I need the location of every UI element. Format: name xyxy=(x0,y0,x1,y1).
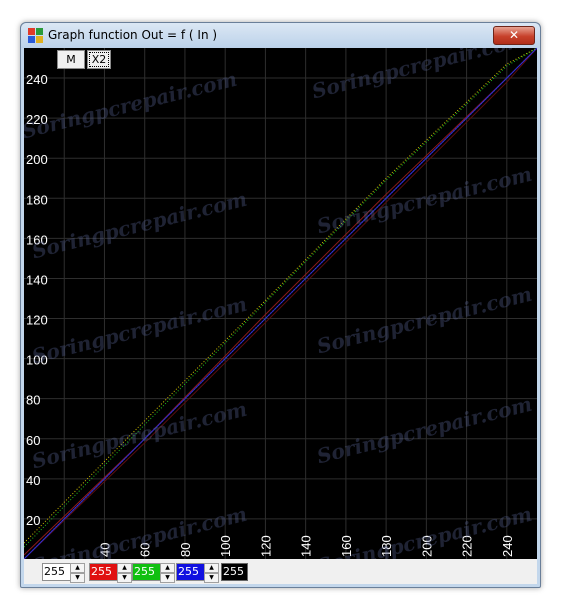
spin-down-icon[interactable]: ▼ xyxy=(117,573,132,583)
spin-up-icon[interactable]: ▲ xyxy=(204,563,219,573)
y-tick-label: 140 xyxy=(26,272,48,287)
graph-chart: 240 220 200 180 160 140 120 100 80 60 40 20 40 60 80 10… xyxy=(24,48,537,559)
y-tick-label: 40 xyxy=(26,473,40,488)
black-value[interactable]: 255 xyxy=(221,563,248,581)
graph-area: 240 220 200 180 160 140 120 100 80 60 40 20 40 60 80 10… xyxy=(24,48,537,584)
window-title: Graph function Out = f ( In ) xyxy=(48,28,218,42)
blue-spin-arrows[interactable]: ▲ ▼ xyxy=(204,563,219,583)
green-spin-arrows[interactable]: ▲ ▼ xyxy=(160,563,175,583)
y-tick-label: 20 xyxy=(26,513,40,528)
close-button[interactable]: ✕ xyxy=(493,26,535,45)
spin-down-icon[interactable]: ▼ xyxy=(70,573,85,583)
y-tick-label: 120 xyxy=(26,313,48,328)
x-tick-label: 220 xyxy=(460,535,475,557)
x-tick-label: 160 xyxy=(339,535,354,557)
m-button[interactable]: M xyxy=(57,50,85,69)
master-value[interactable]: 255 xyxy=(42,563,71,581)
x-tick-label: 200 xyxy=(419,535,434,557)
y-tick-label: 160 xyxy=(26,232,48,247)
curve-series-line xyxy=(24,48,537,544)
x-tick-label: 120 xyxy=(258,535,273,557)
title-bar[interactable]: Graph function Out = f ( In ) ✕ xyxy=(21,23,540,48)
spin-up-icon[interactable]: ▲ xyxy=(160,563,175,573)
blue-value[interactable]: 255 xyxy=(176,563,205,581)
app-icon xyxy=(28,28,43,43)
red-value[interactable]: 255 xyxy=(89,563,118,581)
x-tick-label: 100 xyxy=(218,535,233,557)
x-tick-label: 40 xyxy=(97,543,112,557)
x-tick-label: 180 xyxy=(379,535,394,557)
y-tick-label: 80 xyxy=(26,393,40,408)
close-icon: ✕ xyxy=(508,28,520,42)
green-value[interactable]: 255 xyxy=(132,563,161,581)
x-tick-label: 240 xyxy=(500,535,515,557)
y-tick-label: 220 xyxy=(26,112,48,127)
y-tick-label: 60 xyxy=(26,433,40,448)
y-tick-label: 100 xyxy=(26,353,48,368)
spin-up-icon[interactable]: ▲ xyxy=(70,563,85,573)
master-spin-arrows[interactable]: ▲ ▼ xyxy=(70,563,85,583)
y-tick-label: 180 xyxy=(26,192,48,207)
graph-window: Graph function Out = f ( In ) ✕ 240 220 20… xyxy=(20,22,541,588)
x-tick-label: 140 xyxy=(299,535,314,557)
spin-down-icon[interactable]: ▼ xyxy=(204,573,219,583)
x2-button[interactable]: X2 xyxy=(87,50,111,69)
x-tick-label: 60 xyxy=(138,543,153,557)
y-tick-label: 200 xyxy=(26,152,48,167)
spin-down-icon[interactable]: ▼ xyxy=(160,573,175,583)
spin-up-icon[interactable]: ▲ xyxy=(117,563,132,573)
channel-controls: 255 ▲ ▼ 255 ▲ ▼ 255 ▲ ▼ 255 ▲ ▼ 255 xyxy=(24,559,537,584)
y-tick-label: 240 xyxy=(26,72,48,87)
curve-series-line xyxy=(24,48,537,559)
red-spin-arrows[interactable]: ▲ ▼ xyxy=(117,563,132,583)
x-tick-label: 80 xyxy=(178,543,193,557)
